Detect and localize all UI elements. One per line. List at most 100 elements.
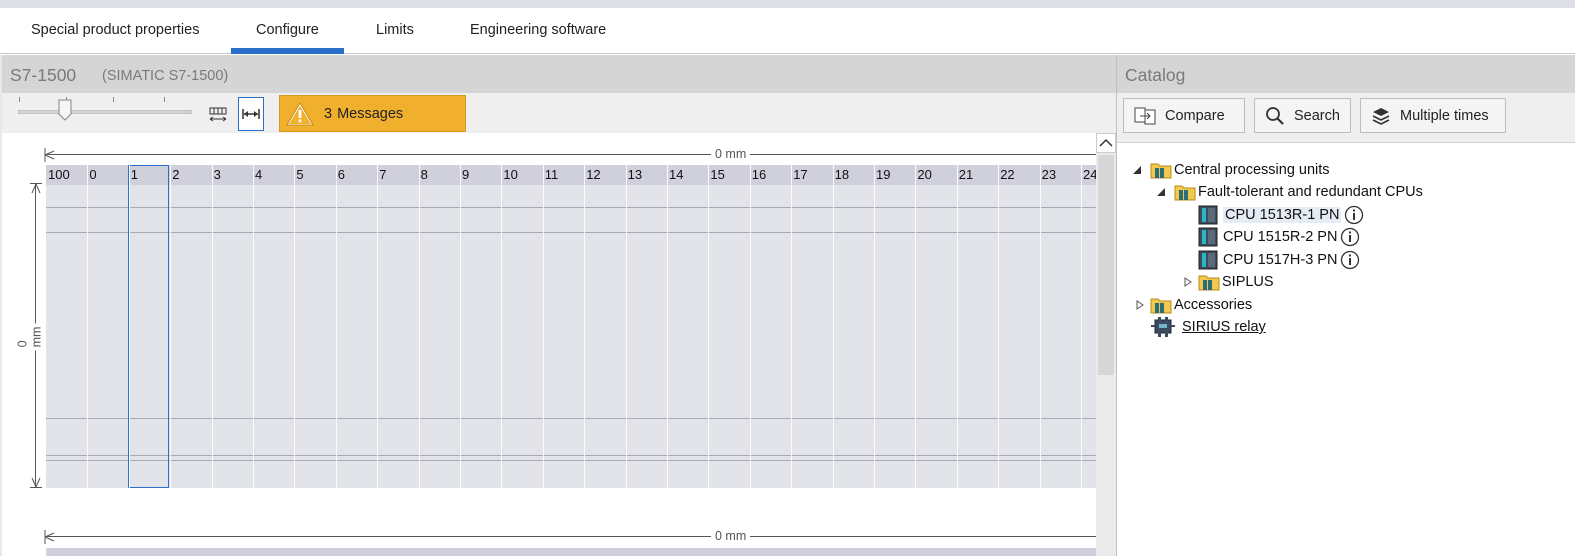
folder-icon (1174, 185, 1196, 201)
selected-slot-highlight[interactable] (128, 165, 169, 488)
slot-number: 21 (958, 167, 974, 182)
expanded-triangle-icon[interactable] (1132, 165, 1142, 175)
slot-fit-icon (209, 107, 227, 122)
slot-number: 8 (420, 167, 428, 182)
folder-icon (1198, 275, 1220, 291)
zoom-slider[interactable] (18, 97, 192, 114)
info-icon[interactable] (1340, 250, 1360, 270)
zoom-slider-thumb[interactable] (58, 99, 72, 121)
slot-separator (128, 165, 130, 488)
rack-rail (46, 418, 1096, 419)
tree-item-label: CPU 1517H-3 PN (1223, 252, 1338, 268)
slot-separator (211, 165, 213, 488)
scroll-up-button[interactable] (1096, 133, 1116, 153)
tree-item-label: CPU 1513R-1 PN (1223, 207, 1342, 223)
compare-icon (1134, 107, 1156, 124)
tab-bar: Special product properties Configure Lim… (0, 8, 1575, 54)
slot-number: 16 (751, 167, 767, 182)
slot-separator (294, 165, 296, 488)
tab-configure[interactable]: Configure (231, 22, 344, 54)
slot-separator (667, 165, 668, 488)
slot-separator (915, 165, 917, 488)
catalog-tree: Central processing units Fault-tolerant … (1117, 143, 1575, 556)
second-rack-header (46, 548, 1096, 556)
slot-separator (418, 165, 420, 488)
tab-limits[interactable]: Limits (376, 22, 414, 54)
slot-separator (584, 165, 586, 488)
tab-engineering-software[interactable]: Engineering software (470, 22, 606, 54)
slot-number: 19 (876, 167, 891, 182)
slot-separator (625, 165, 627, 488)
catalog-pane: Catalog Compare Search Multiple times Ce… (1116, 55, 1575, 556)
slot-number: 22 (1000, 167, 1015, 182)
collapsed-triangle-icon[interactable] (1183, 277, 1193, 287)
compare-button[interactable]: Compare (1123, 98, 1245, 133)
collapsed-triangle-icon[interactable] (1135, 300, 1145, 310)
compare-label: Compare (1165, 107, 1225, 124)
device-header: S7-1500 (SIMATIC S7-1500) (2, 55, 1116, 93)
slot-number: 4 (255, 167, 263, 182)
tree-item-fault-tolerant-cpus[interactable]: Fault-tolerant and redundant CPUs (1174, 181, 1423, 203)
catalog-header: Catalog (1117, 55, 1575, 93)
slot-separator (501, 165, 503, 488)
chevron-up-icon (1099, 138, 1113, 147)
tree-item-sirius-relay[interactable]: SIRIUS relay (1150, 316, 1266, 338)
slot-number: 5 (296, 167, 304, 182)
messages-count: 3 (324, 105, 333, 122)
info-icon[interactable] (1344, 205, 1364, 225)
warning-icon (286, 101, 314, 125)
slot-number: 10 (503, 167, 518, 182)
multiple-times-button[interactable]: Multiple times (1360, 98, 1506, 133)
slot-separator (377, 165, 379, 488)
slot-number: 12 (586, 167, 601, 182)
expanded-triangle-icon[interactable] (1156, 187, 1166, 197)
slot-separator (998, 165, 1000, 488)
slot-separator (708, 165, 710, 488)
search-icon (1266, 106, 1284, 125)
fit-width-icon (242, 109, 260, 119)
tree-item-cpu-1513r-1-pn[interactable]: CPU 1513R-1 PN (1198, 204, 1364, 226)
cpu-module-icon (1198, 227, 1218, 247)
canvas-vertical-scrollbar[interactable] (1096, 133, 1116, 556)
catalog-toolbar: Compare Search Multiple times (1117, 93, 1575, 143)
rack-rail (46, 207, 1096, 208)
messages-button[interactable]: 3 Messages (279, 95, 466, 132)
width-dimension: 0 mm (44, 147, 1096, 163)
slot-separator (874, 165, 875, 488)
slot-number: 9 (462, 167, 470, 182)
tree-item-label: Fault-tolerant and redundant CPUs (1198, 184, 1423, 200)
info-icon[interactable] (1340, 227, 1360, 247)
slot-number: 100 (48, 167, 70, 182)
tab-special-product-properties[interactable]: Special product properties (31, 22, 199, 54)
fit-slots-button[interactable] (205, 97, 231, 131)
slot-separator (170, 165, 172, 488)
rack[interactable]: 100 0 1 2 3 4 5 6 7 8 9 10 11 12 13 14 15 16 17 18 19 20 21 22 2… (46, 165, 1096, 488)
cpu-module-icon (1198, 250, 1218, 270)
slot-number: 7 (379, 167, 387, 182)
slot-number: 24 (1083, 167, 1096, 182)
slot-separator (335, 165, 337, 488)
scroll-thumb[interactable] (1098, 155, 1114, 375)
slot-separator (1081, 165, 1082, 488)
slot-number: 3 (213, 167, 221, 182)
search-button[interactable]: Search (1254, 98, 1351, 133)
slot-separator (1039, 165, 1041, 488)
tree-item-cpu-1515r-2-pn[interactable]: CPU 1515R-2 PN (1198, 226, 1360, 248)
tree-item-central-processing-units[interactable]: Central processing units (1150, 159, 1330, 181)
slot-number: 13 (627, 167, 643, 182)
tree-item-siplus[interactable]: SIPLUS (1198, 271, 1274, 293)
slot-separator (542, 165, 544, 488)
hardware-canvas[interactable]: 0 mm 0 mm 100 0 1 2 3 4 5 6 7 8 9 10 11 12 13 14 15 16 17 1… (2, 133, 1096, 556)
tree-item-cpu-1517h-3-pn[interactable]: CPU 1517H-3 PN (1198, 249, 1360, 271)
slot-separator (253, 165, 254, 488)
tree-item-label: CPU 1515R-2 PN (1223, 229, 1338, 245)
device-subtitle: (SIMATIC S7-1500) (102, 68, 229, 84)
fit-width-button[interactable] (238, 97, 264, 131)
tree-item-label: Accessories (1174, 297, 1253, 313)
slot-number-header: 100 0 1 2 3 4 5 6 7 8 9 10 11 12 13 14 15 16 17 18 19 20 21 22 2… (46, 165, 1096, 185)
tree-item-accessories[interactable]: Accessories (1150, 294, 1252, 316)
slot-number: 23 (1041, 167, 1057, 182)
tree-item-label[interactable]: SIRIUS relay (1182, 319, 1266, 335)
folder-icon (1150, 163, 1172, 179)
multiple-times-label: Multiple times (1400, 107, 1489, 124)
